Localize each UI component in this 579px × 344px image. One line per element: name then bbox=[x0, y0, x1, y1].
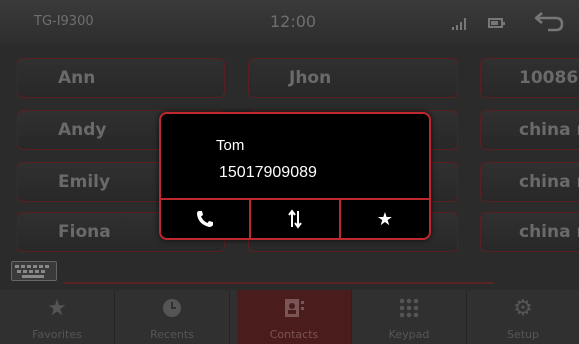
contact-name: Ann bbox=[58, 68, 96, 88]
status-bar: TG-I9300 12:00 bbox=[0, 0, 579, 44]
back-icon[interactable] bbox=[532, 8, 566, 36]
tab-recents[interactable]: Recents bbox=[115, 290, 230, 344]
tab-label: Recents bbox=[150, 328, 194, 341]
contact-name: china m bbox=[519, 120, 579, 140]
clock-icon bbox=[115, 296, 229, 320]
popup-actions: ★ bbox=[161, 198, 429, 238]
contact-button[interactable]: china m bbox=[480, 110, 579, 150]
contact-button[interactable]: Jhon bbox=[248, 58, 458, 98]
star-icon: ★ bbox=[376, 208, 394, 230]
contact-name: china m bbox=[519, 172, 579, 192]
clock: 12:00 bbox=[270, 12, 317, 31]
contact-name: Emily bbox=[58, 172, 111, 192]
transfer-button[interactable] bbox=[249, 200, 339, 238]
phone-icon bbox=[197, 211, 213, 227]
tab-label: Keypad bbox=[388, 328, 430, 341]
contact-name: Andy bbox=[58, 120, 107, 140]
tab-label: Favorites bbox=[32, 328, 82, 341]
contact-button[interactable]: Ann bbox=[17, 58, 225, 98]
tab-contacts[interactable]: Contacts bbox=[237, 290, 352, 344]
contact-button[interactable]: 10086 bbox=[480, 58, 579, 98]
contact-popup: Tom 15017909089 ★ bbox=[159, 112, 431, 240]
battery-icon bbox=[488, 18, 505, 28]
favorite-button[interactable]: ★ bbox=[339, 200, 429, 238]
star-icon: ★ bbox=[47, 296, 67, 321]
contact-name: 10086 bbox=[519, 68, 579, 88]
transfer-icon bbox=[288, 209, 302, 229]
contact-name: Fiona bbox=[58, 222, 111, 242]
contact-name: china m bbox=[519, 222, 579, 242]
tab-favorites[interactable]: ★ Favorites bbox=[0, 290, 115, 344]
popup-contact-name: Tom bbox=[216, 137, 245, 154]
divider bbox=[64, 282, 494, 284]
tab-label: Setup bbox=[506, 328, 540, 341]
tab-setup[interactable]: ⚙ Setup bbox=[467, 290, 579, 344]
tab-label: Contacts bbox=[269, 328, 319, 341]
contact-button[interactable]: china m bbox=[480, 212, 579, 252]
keypad-icon bbox=[352, 296, 466, 320]
contact-button[interactable]: china m bbox=[480, 162, 579, 202]
tab-keypad[interactable]: Keypad bbox=[352, 290, 467, 344]
popup-phone-number: 15017909089 bbox=[219, 164, 317, 181]
call-button[interactable] bbox=[161, 200, 249, 238]
contacts-icon bbox=[237, 296, 351, 320]
signal-icon bbox=[452, 18, 470, 30]
keyboard-icon[interactable] bbox=[11, 261, 57, 281]
contact-name: Jhon bbox=[289, 68, 332, 88]
tab-bar: ★ Favorites Recents Contacts Keypad ⚙ Se… bbox=[0, 290, 579, 344]
gear-icon: ⚙ bbox=[513, 296, 533, 321]
device-name: TG-I9300 bbox=[34, 14, 94, 29]
